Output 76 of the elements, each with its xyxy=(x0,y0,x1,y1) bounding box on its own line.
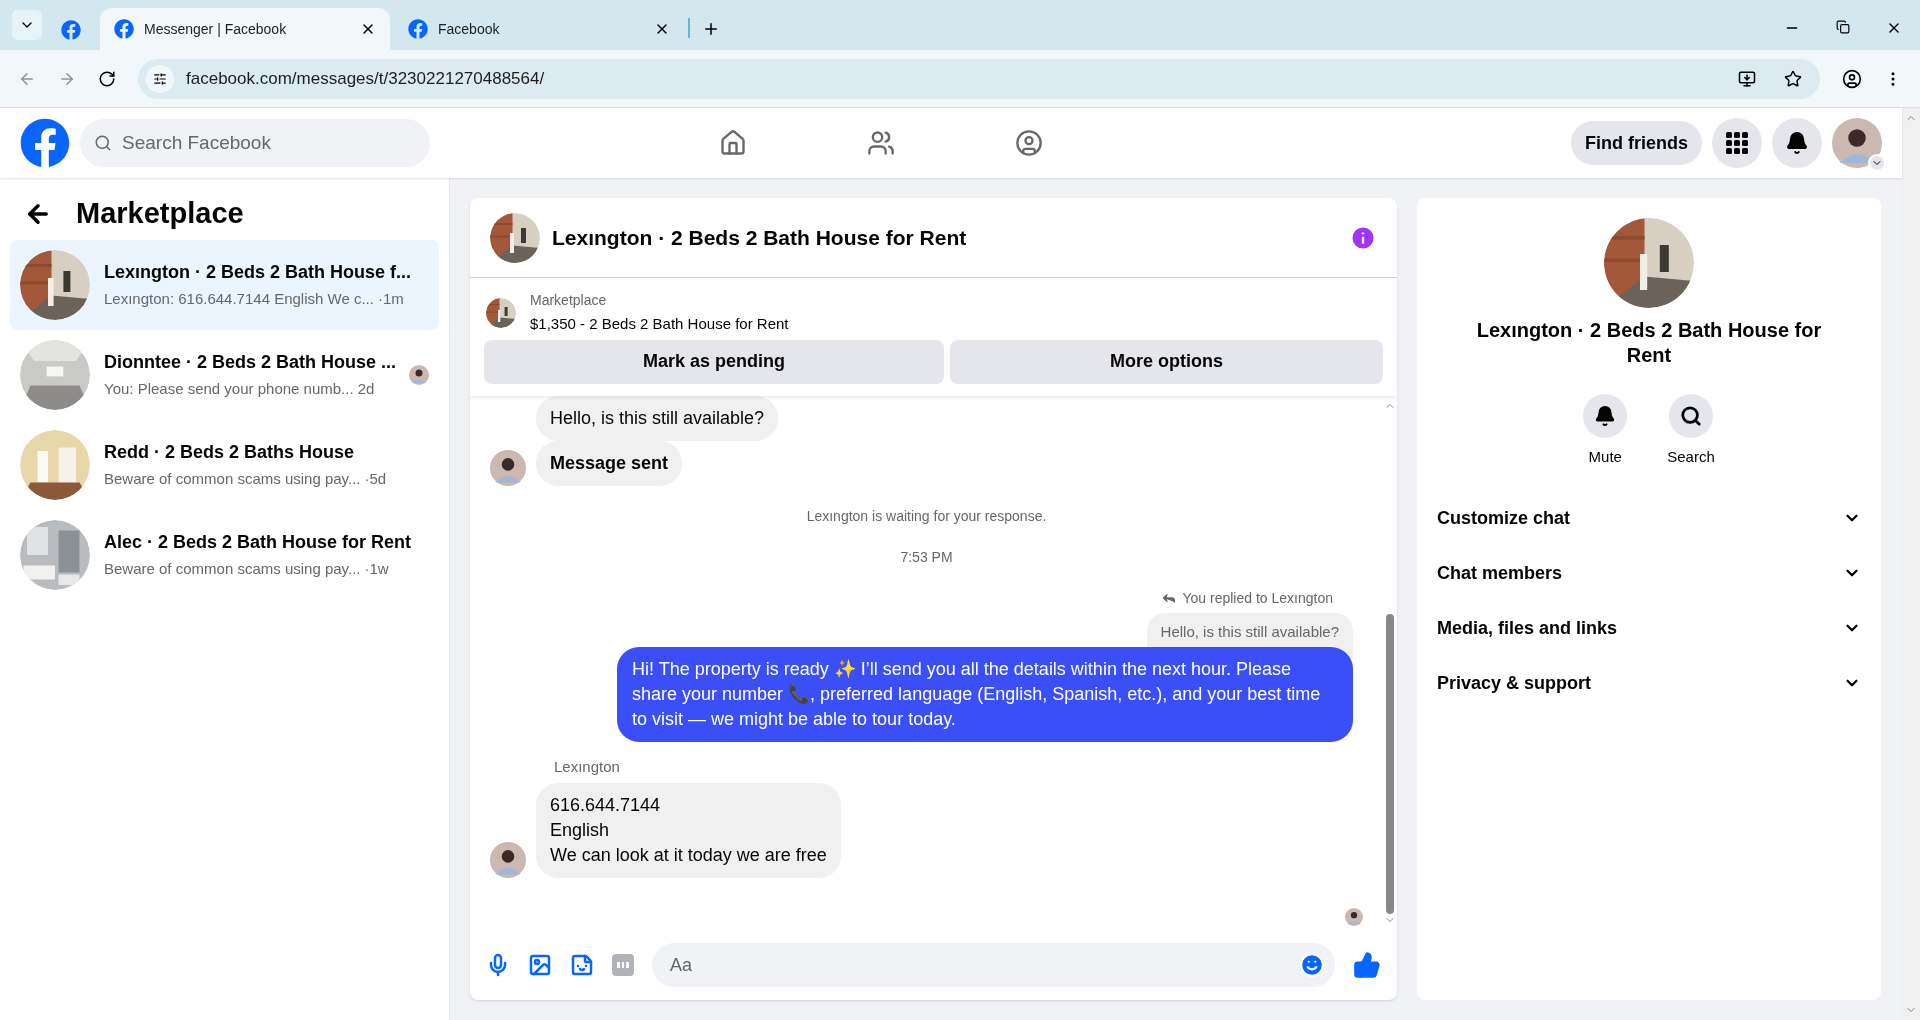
search-field[interactable]: Search Facebook xyxy=(80,119,430,167)
search-icon xyxy=(94,134,112,152)
conversation-preview: Beware of common scams using pay... xyxy=(104,559,361,580)
tab-title: Facebook xyxy=(438,19,501,39)
chat-title: Lexıngton · 2 Beds 2 Bath House for Rent xyxy=(552,224,968,251)
sender-name: Lexıngton xyxy=(554,757,621,777)
conversation-item[interactable]: Lexıngton · 2 Beds 2 Bath House f... Lexıngton: 616.644.7144 English We c... ·1m xyxy=(10,240,439,330)
conversation-title: Dionntee · 2 Beds 2 Bath House ... xyxy=(104,351,395,375)
conversation-preview: Lexıngton: 616.644.7144 English We c... xyxy=(104,289,374,310)
notifications-button[interactable] xyxy=(1772,118,1822,168)
seen-avatar xyxy=(1345,908,1363,926)
like-icon[interactable] xyxy=(1353,951,1381,979)
conversation-name: Lexıngton · 2 Beds 2 Bath House for Rent xyxy=(1475,318,1823,368)
search-icon xyxy=(1680,405,1702,427)
scrollbar-thumb[interactable] xyxy=(1386,614,1394,914)
section-header[interactable]: Privacy & support xyxy=(1433,655,1865,711)
conversation-preview: You: Please send your phone numb... xyxy=(104,379,354,400)
reply-label: You replied to Lexıngton xyxy=(1182,588,1333,608)
site-settings-icon[interactable] xyxy=(153,71,167,86)
browser-tab[interactable]: Facebook xyxy=(394,8,684,50)
action-button[interactable]: More options xyxy=(950,339,1383,384)
notice-text: Lexıngton is waiting for your response. xyxy=(806,506,1047,526)
message-field[interactable]: Aa xyxy=(652,943,1335,987)
facebook-icon xyxy=(114,19,134,39)
message-bubble: Message sent xyxy=(536,440,683,486)
image-icon[interactable] xyxy=(528,953,552,977)
message-bubble: Hello, is this still available? xyxy=(536,395,779,441)
conversation-time: ·5d xyxy=(364,469,387,490)
facebook-icon[interactable] xyxy=(61,20,81,40)
restore-icon[interactable] xyxy=(1836,20,1850,34)
account-menu-button[interactable] xyxy=(1868,154,1886,172)
listing-label: Marketplace xyxy=(530,291,608,310)
conversation-time: ·1w xyxy=(364,559,389,580)
timestamp: 7:53 PM xyxy=(900,547,953,567)
action-label: Mute xyxy=(1588,447,1622,467)
tab-title: Messenger | Facebook xyxy=(144,19,288,39)
conversation-time: ·1m xyxy=(377,289,404,310)
profile-avatar xyxy=(1832,118,1882,168)
address-field[interactable]: facebook.com/messages/t/3230221270488564/ xyxy=(138,58,1820,99)
listing-title: $1,350 - 2 Beds 2 Bath House for Rent xyxy=(530,314,789,334)
section-header[interactable]: Media, files and links xyxy=(1433,600,1865,656)
message-bubble: 616.644.7144 English We can look at it today we are free xyxy=(536,782,841,878)
action-label: Search xyxy=(1667,447,1715,467)
friends-icon[interactable] xyxy=(866,129,895,157)
menu-button[interactable] xyxy=(1712,118,1762,168)
find-friends-button[interactable]: Find friends xyxy=(1571,121,1702,165)
sticker-icon[interactable] xyxy=(570,953,594,977)
sender-avatar xyxy=(490,449,526,486)
section-header[interactable]: Customize chat xyxy=(1433,490,1865,546)
bookmark-icon[interactable] xyxy=(1784,69,1802,88)
grid-icon xyxy=(1725,131,1749,155)
action-button[interactable]: Mark as pending xyxy=(484,339,944,384)
conversation-preview: Beware of common scams using pay... xyxy=(104,469,361,490)
section-header[interactable]: Chat members xyxy=(1433,545,1865,601)
conversation-title: Lexıngton · 2 Beds 2 Bath House f... xyxy=(104,261,413,285)
bell-icon xyxy=(1594,405,1617,427)
facebook-icon xyxy=(408,19,428,39)
browser-tab[interactable]: Messenger | Facebook xyxy=(100,8,390,50)
search-button[interactable] xyxy=(1669,394,1713,438)
tab-list-button[interactable] xyxy=(12,10,42,40)
conversation-title: Redd · 2 Beds 2 Baths House xyxy=(104,441,356,465)
profile-icon[interactable] xyxy=(1842,68,1862,89)
new-tab-icon[interactable] xyxy=(702,20,720,38)
home-icon[interactable] xyxy=(718,129,747,157)
conversation-time: 2d xyxy=(357,379,375,400)
install-icon[interactable] xyxy=(1738,69,1756,88)
message-bubble: Hi! The property is ready ✨ I’ll send you all the details within the next hour. Please share your number 📞, preferred language (English, Spanish, etc.), and your best time to visit — we might be able to tour today. xyxy=(617,647,1353,742)
facebook-logo[interactable] xyxy=(20,118,70,168)
url-text: facebook.com/messages/t/3230221270488564/ xyxy=(186,67,546,90)
seen-avatar xyxy=(409,365,429,385)
sender-avatar xyxy=(490,841,526,878)
mute-button[interactable] xyxy=(1583,394,1628,438)
conversation-title: Alec · 2 Beds 2 Bath House for Rent xyxy=(104,531,413,555)
bell-icon xyxy=(1785,131,1809,155)
sidebar-title: Marketplace xyxy=(76,196,244,232)
reload-icon[interactable] xyxy=(98,69,116,88)
